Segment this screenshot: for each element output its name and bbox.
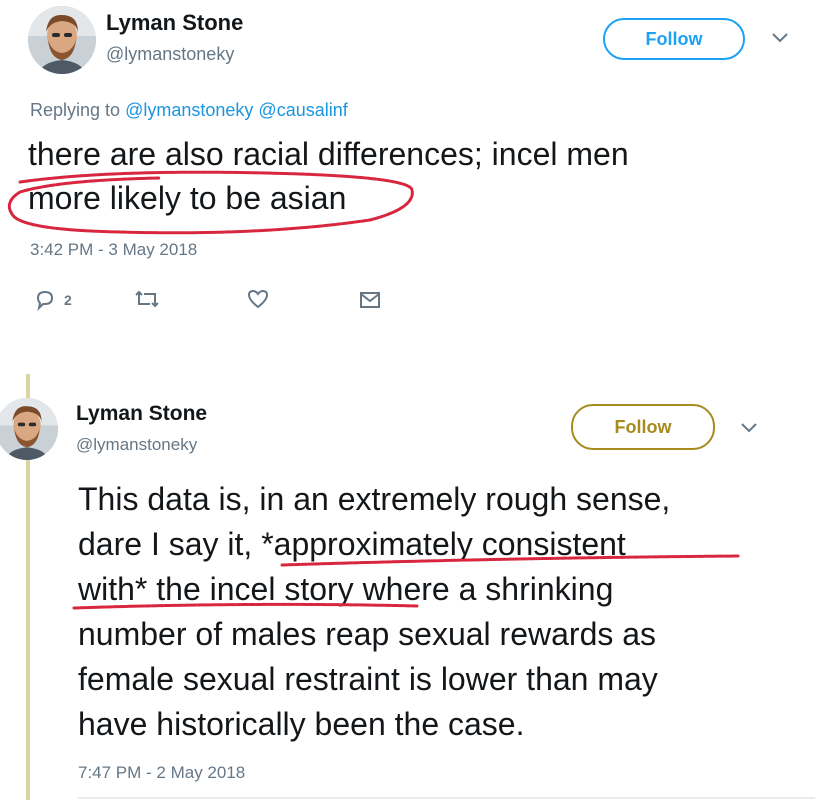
reply-count: 2 [64, 292, 72, 308]
annotation-circle [7, 170, 414, 235]
retweet-icon[interactable] [134, 288, 160, 310]
author-name[interactable]: Lyman Stone [106, 10, 243, 36]
follow-label: Follow [645, 28, 703, 49]
annotation-underline [72, 554, 740, 610]
author-name[interactable]: Lyman Stone [76, 402, 207, 426]
like-icon[interactable] [246, 288, 270, 310]
avatar[interactable] [0, 398, 58, 460]
message-icon[interactable] [358, 289, 382, 311]
follow-label: Follow [614, 416, 672, 437]
reply-icon[interactable] [34, 289, 56, 311]
tweet-text-line-5: female sexual restraint is lower than ma… [78, 661, 658, 697]
chevron-down-icon[interactable] [741, 420, 757, 438]
chevron-down-icon[interactable] [772, 30, 788, 48]
replying-prefix: Replying to [30, 100, 121, 120]
tweet-timestamp[interactable]: 3:42 PM - 3 May 2018 [30, 240, 197, 260]
follow-button[interactable]: Follow [571, 404, 715, 450]
replying-to: Replying to @lymanstoneky @causalinf [30, 100, 348, 121]
avatar[interactable] [28, 6, 96, 74]
follow-button[interactable]: Follow [603, 18, 745, 60]
divider [78, 797, 815, 799]
author-handle[interactable]: @lymanstoneky [76, 435, 197, 455]
tweet-text-line-6: have historically been the case. [78, 706, 525, 742]
tweet-timestamp[interactable]: 7:47 PM - 2 May 2018 [78, 763, 245, 783]
tweet-text-line-1: This data is, in an extremely rough sens… [78, 481, 671, 517]
reply-mention-1[interactable]: @lymanstoneky [125, 100, 253, 120]
reply-mention-2[interactable]: @causalinf [258, 100, 347, 120]
author-handle[interactable]: @lymanstoneky [106, 44, 234, 65]
